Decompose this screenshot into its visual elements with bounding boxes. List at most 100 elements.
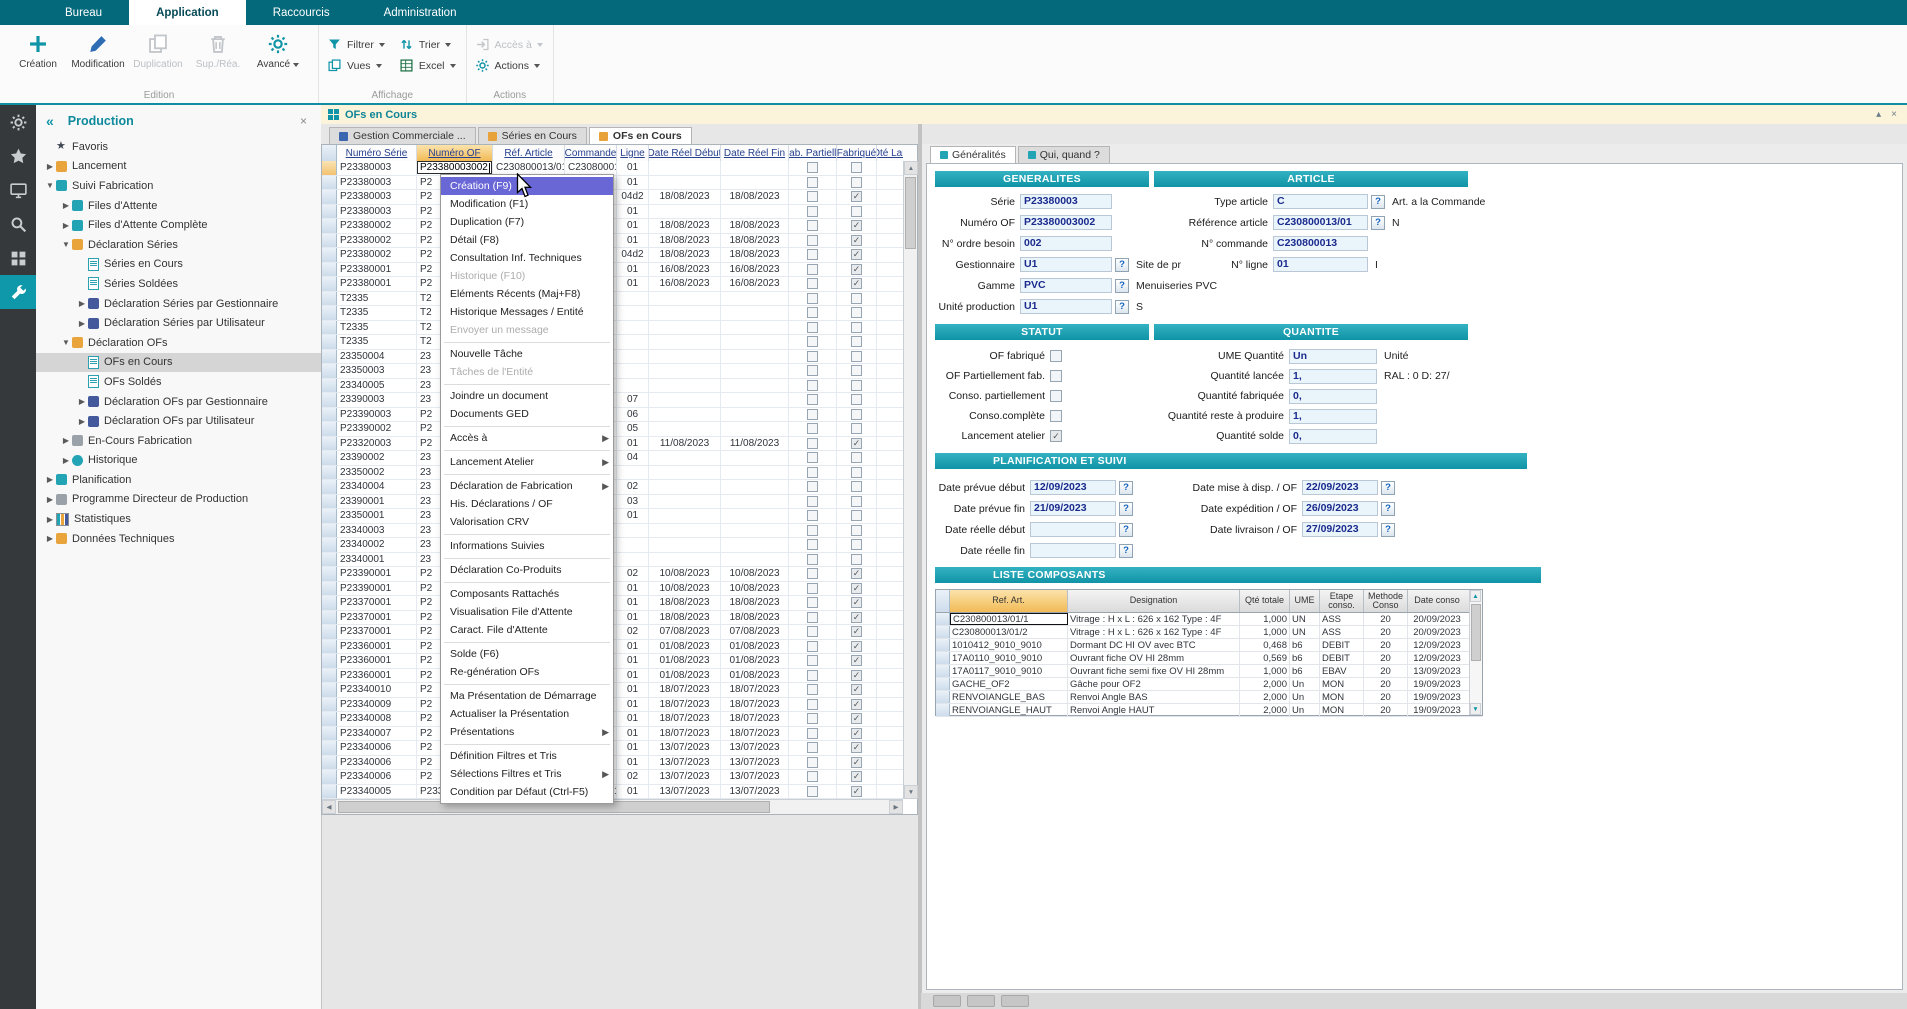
fabrique-checkbox[interactable]	[851, 525, 862, 536]
fab-partielle-checkbox[interactable]	[807, 481, 818, 492]
scroll-thumb[interactable]	[905, 177, 916, 249]
row-header[interactable]	[322, 176, 337, 190]
menu-item-application[interactable]: Application	[129, 0, 246, 25]
sidebar-item-files-d-attente[interactable]: ▶ Files d'Attente	[36, 196, 321, 216]
composants-column-ume[interactable]: UME	[1290, 590, 1320, 612]
fabrique-checkbox[interactable]: ✓	[851, 235, 862, 246]
tree-expand-icon[interactable]: ▶	[60, 221, 72, 230]
row-header[interactable]	[322, 321, 337, 335]
actions-button[interactable]: Actions	[475, 58, 543, 73]
lookup-button[interactable]: ?	[1115, 258, 1129, 272]
composants-corner[interactable]	[936, 590, 950, 612]
conso-complete-checkbox[interactable]	[1050, 410, 1062, 422]
lancement-atelier-checkbox[interactable]: ✓	[1050, 430, 1062, 442]
fabrique-checkbox[interactable]: ✓	[851, 641, 862, 652]
fabrique-checkbox[interactable]: ✓	[851, 626, 862, 637]
sidebar-item-declaration-series-par-utilisateur[interactable]: ▶ Déclaration Séries par Utilisateur	[36, 313, 321, 333]
fab-partielle-checkbox[interactable]	[807, 423, 818, 434]
fabrique-checkbox[interactable]: ✓	[851, 220, 862, 231]
fab-partielle-checkbox[interactable]	[807, 220, 818, 231]
fabrique-checkbox[interactable]: ✓	[851, 713, 862, 724]
row-header[interactable]	[322, 234, 337, 248]
fabrique-checkbox[interactable]: ✓	[851, 655, 862, 666]
type-article-field[interactable]: C	[1273, 194, 1368, 209]
row-header[interactable]	[322, 408, 337, 422]
row-header[interactable]	[322, 393, 337, 407]
fab-partielle-checkbox[interactable]	[807, 191, 818, 202]
fab-partielle-checkbox[interactable]	[807, 235, 818, 246]
fabrique-checkbox[interactable]	[851, 409, 862, 420]
fabrique-checkbox[interactable]	[851, 539, 862, 550]
sidebar-item-ofs-soldes[interactable]: OFs Soldés	[36, 372, 321, 392]
vues-button[interactable]: Vues	[327, 58, 385, 73]
fabrique-checkbox[interactable]	[851, 206, 862, 217]
row-header[interactable]	[322, 538, 337, 552]
sup-rea-button[interactable]: Sup./Réa.	[188, 29, 248, 74]
modules-icon[interactable]	[0, 241, 36, 275]
fabrique-checkbox[interactable]	[851, 177, 862, 188]
fabrique-checkbox[interactable]	[851, 394, 862, 405]
fab-partielle-checkbox[interactable]	[807, 351, 818, 362]
filtrer-button[interactable]: Filtrer	[327, 37, 385, 52]
column-header-fab-partielle[interactable]: Fab. Partielle	[789, 145, 837, 161]
scroll-left-icon[interactable]: ◀	[322, 800, 336, 814]
fabrique-checkbox[interactable]: ✓	[851, 786, 862, 797]
lookup-button[interactable]: ?	[1371, 216, 1385, 230]
fabrique-checkbox[interactable]: ✓	[851, 278, 862, 289]
row-header[interactable]	[322, 466, 337, 480]
row-header[interactable]	[322, 306, 337, 320]
tab-gestion-commerciale[interactable]: Gestion Commerciale ...	[329, 127, 476, 144]
row-header[interactable]	[322, 756, 337, 770]
composant-row[interactable]: RENVOIANGLE_HAUTRenvoi Angle HAUT2,000Un…	[936, 704, 1482, 717]
vertical-scrollbar[interactable]: ▲ ▼	[903, 161, 917, 799]
fabrique-checkbox[interactable]: ✓	[851, 249, 862, 260]
favorites-icon[interactable]	[0, 139, 36, 173]
sidebar-item-planification[interactable]: ▶ Planification	[36, 470, 321, 490]
fab-partielle-checkbox[interactable]	[807, 409, 818, 420]
row-header[interactable]	[322, 596, 337, 610]
of-fabrique-checkbox[interactable]	[1050, 350, 1062, 362]
sidebar-item-ofs-en-cours[interactable]: OFs en Cours	[36, 353, 321, 373]
fab-partielle-checkbox[interactable]	[807, 394, 818, 405]
fabrique-checkbox[interactable]: ✓	[851, 597, 862, 608]
menu-item-administration[interactable]: Administration	[357, 0, 484, 25]
quantite-fabriquee-field[interactable]: 0,	[1289, 389, 1377, 404]
tree-expand-icon[interactable]: ▶	[60, 456, 72, 465]
fabrique-checkbox[interactable]: ✓	[851, 742, 862, 753]
context-menu-item-historique-messages-entite[interactable]: Historique Messages / Entité	[441, 303, 613, 321]
composants-column-qte-totale[interactable]: Qté totale	[1240, 590, 1290, 612]
context-menu-item-modification-f1[interactable]: Modification (F1)	[441, 195, 613, 213]
fabrique-checkbox[interactable]	[851, 467, 862, 478]
fab-partielle-checkbox[interactable]	[807, 206, 818, 217]
excel-button[interactable]: Excel	[399, 58, 456, 73]
composants-column-designation[interactable]: Designation	[1068, 590, 1240, 612]
context-menu-item-composants-rattaches[interactable]: Composants Rattachés	[441, 585, 613, 603]
sidebar-item-suivi-fabrication[interactable]: ▼ Suivi Fabrication	[36, 176, 321, 196]
row-header[interactable]	[936, 678, 950, 690]
fab-partielle-checkbox[interactable]	[807, 510, 818, 521]
tree-expand-icon[interactable]: ▶	[44, 475, 56, 484]
sidebar-item-declaration-series-par-gestionnaire[interactable]: ▶ Déclaration Séries par Gestionnaire	[36, 294, 321, 314]
composant-row[interactable]: C230800013/01/2Vitrage : H x L : 626 x 1…	[936, 626, 1482, 639]
fabrique-checkbox[interactable]	[851, 481, 862, 492]
context-menu-item-elements-recents-maj-f8[interactable]: Eléments Récents (Maj+F8)	[441, 285, 613, 303]
fab-partielle-checkbox[interactable]	[807, 568, 818, 579]
fab-partielle-checkbox[interactable]	[807, 771, 818, 782]
acces-a-button[interactable]: Accès à	[475, 37, 543, 52]
fab-partielle-checkbox[interactable]	[807, 249, 818, 260]
row-header[interactable]	[322, 683, 337, 697]
fab-partielle-checkbox[interactable]	[807, 641, 818, 652]
lookup-button[interactable]: ?	[1371, 195, 1385, 209]
fab-partielle-checkbox[interactable]	[807, 713, 818, 724]
fab-partielle-checkbox[interactable]	[807, 322, 818, 333]
composant-row[interactable]: 1010412_9010_9010Dormant DC HI OV avec B…	[936, 639, 1482, 652]
fabrique-checkbox[interactable]	[851, 365, 862, 376]
column-header-ref-article[interactable]: Réf. Article	[493, 145, 565, 161]
row-header[interactable]	[322, 161, 337, 175]
row-header[interactable]	[322, 277, 337, 291]
tree-expand-icon[interactable]: ▼	[44, 181, 56, 190]
fabrique-checkbox[interactable]: ✓	[851, 438, 862, 449]
column-header-date-reel-debut[interactable]: Date Réel Début	[649, 145, 721, 161]
sidebar-item-programme-directeur-de-production[interactable]: ▶ Programme Directeur de Production	[36, 490, 321, 510]
row-header[interactable]	[322, 727, 337, 741]
